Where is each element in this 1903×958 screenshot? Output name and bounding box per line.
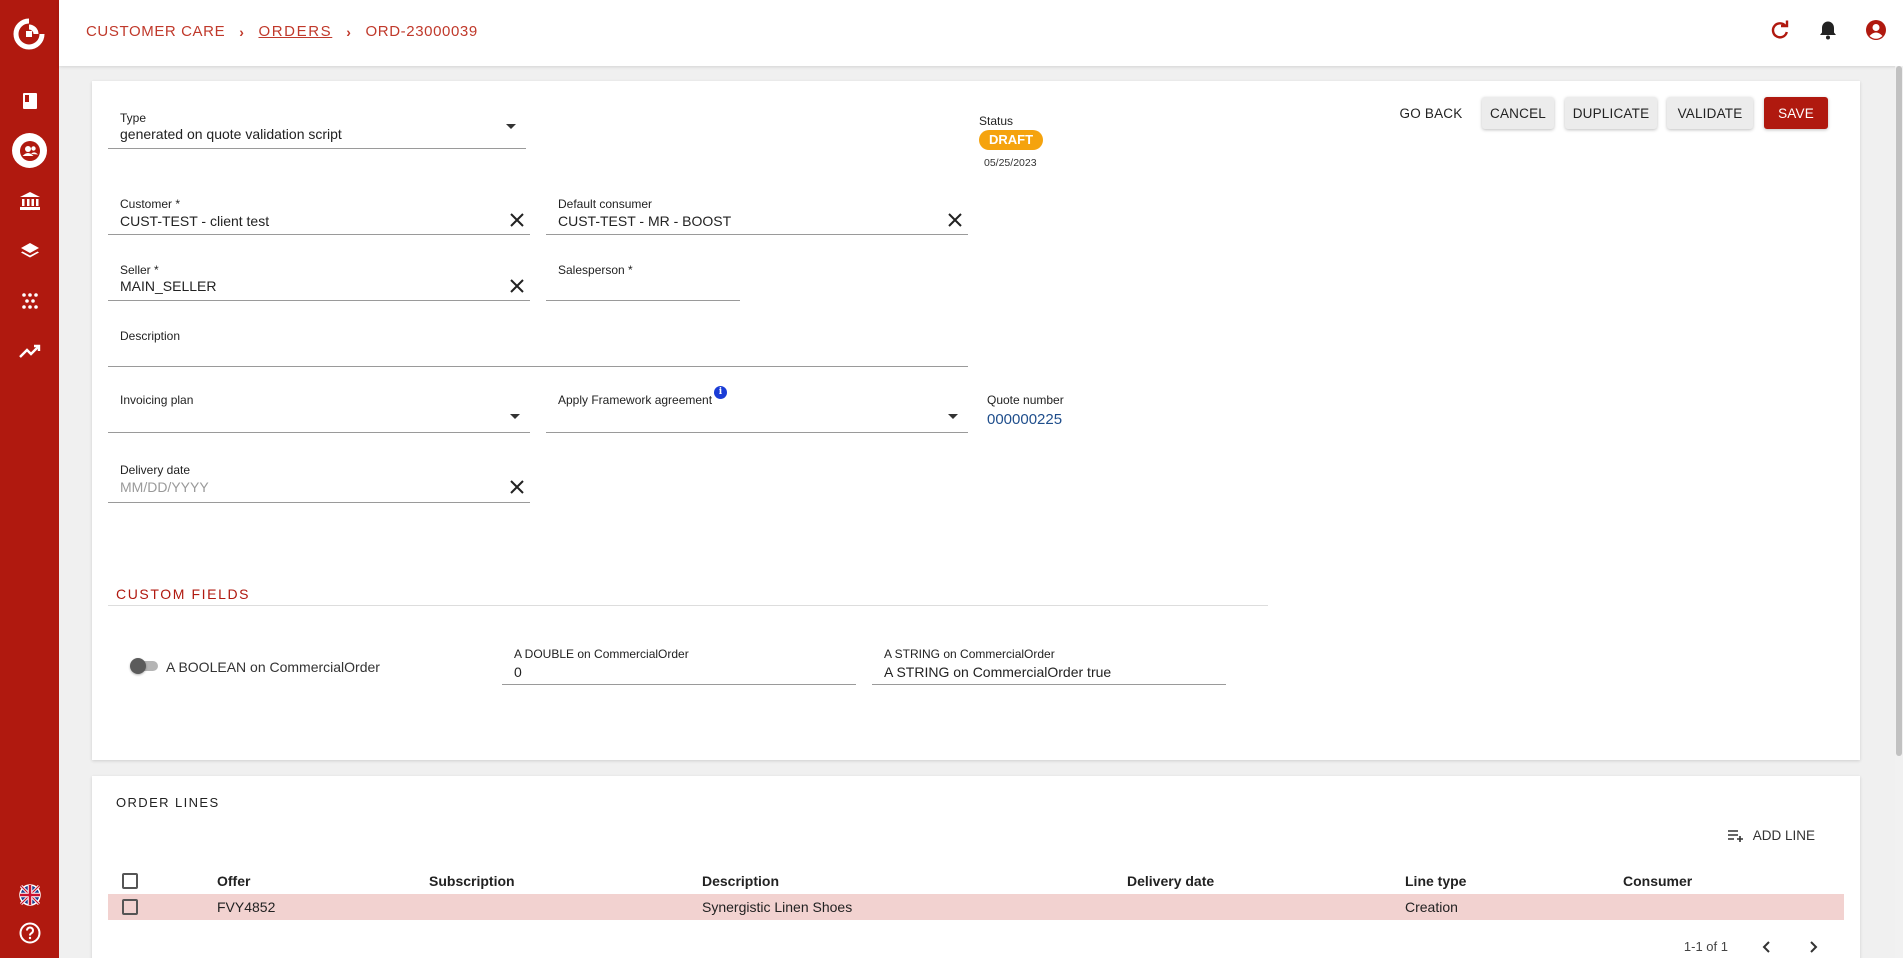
row-line-type: Creation [1405,899,1458,915]
info-icon[interactable]: i [714,386,727,399]
order-details-card: Type generated on quote validation scrip… [92,81,1860,760]
pagination-range: 1-1 of 1 [1683,939,1728,954]
boolean-toggle[interactable] [130,658,160,674]
order-lines-title: ORDER LINES [116,795,220,810]
row-offer: FVY4852 [217,899,276,915]
go-back-button[interactable]: GO BACK [1398,97,1464,129]
page-scrollbar[interactable] [1895,66,1903,958]
status-badge: DRAFT [979,130,1044,150]
breadcrumb-orders-link[interactable]: ORDERS [258,23,332,40]
custom-fields-title: CUSTOM FIELDS [116,586,251,602]
delivery-date-label: Delivery date [120,463,191,477]
chevron-left-icon[interactable] [1760,940,1774,954]
app-logo[interactable] [9,14,49,54]
clear-icon[interactable] [508,211,526,229]
help-icon[interactable] [12,915,47,950]
toggle-knob [130,658,146,674]
invoicing-plan-label: Invoicing plan [120,393,194,407]
salesperson-label: Salesperson * [558,263,633,277]
framework-agreement-select[interactable]: Apply Framework agreement i [546,386,968,433]
trending-icon[interactable] [12,333,47,368]
cancel-button[interactable]: CANCEL [1482,97,1554,129]
pagination: 1-1 of 1 [1684,939,1820,954]
caret-down-icon[interactable] [510,414,520,419]
string-value: A STRING on CommercialOrder true [884,664,1112,680]
order-lines-table: Offer Subscription Description Delivery … [108,868,1844,920]
account-icon[interactable] [1864,18,1888,42]
column-subscription[interactable]: Subscription [429,873,515,889]
type-select[interactable]: Type generated on quote validation scrip… [108,97,526,149]
dots-grid-icon[interactable] [12,283,47,318]
chevron-right-icon[interactable] [1806,940,1820,954]
delivery-date-field[interactable]: Delivery date MM/DD/YYYY [108,459,530,503]
add-line-button[interactable]: ADD LINE [1727,828,1815,843]
breadcrumb-root[interactable]: CUSTOMER CARE [86,23,225,40]
book-icon[interactable] [12,83,47,118]
scrollbar-thumb[interactable] [1896,66,1902,756]
playlist-add-icon [1727,829,1743,842]
column-line-type[interactable]: Line type [1405,873,1466,889]
column-delivery-date[interactable]: Delivery date [1127,873,1214,889]
chevron-right-icon: › [239,23,245,40]
save-button[interactable]: SAVE [1764,97,1828,129]
row-checkbox[interactable] [122,899,138,915]
breadcrumb: CUSTOMER CARE › ORDERS › ORD-23000039 [86,23,478,40]
seller-label: Seller * [120,263,159,277]
type-label: Type [120,111,147,125]
row-description: Synergistic Linen Shoes [702,899,853,915]
seller-value: MAIN_SELLER [120,278,217,294]
breadcrumb-current: ORD-23000039 [365,23,478,40]
double-value: 0 [514,664,522,680]
invoicing-plan-select[interactable]: Invoicing plan [108,389,530,433]
seller-field[interactable]: Seller * MAIN_SELLER [108,257,530,301]
duplicate-button[interactable]: DUPLICATE [1565,97,1657,129]
default-consumer-value: CUST-TEST - MR - BOOST [558,213,732,229]
column-description[interactable]: Description [702,873,779,889]
refresh-icon[interactable] [1768,18,1792,42]
quote-number-label: Quote number [987,393,1064,407]
chevron-right-icon: › [346,23,352,40]
customer-field[interactable]: Customer * CUST-TEST - client test [108,191,530,235]
status-date: 05/25/2023 [984,157,1037,169]
customers-icon[interactable] [12,133,47,168]
caret-down-icon[interactable] [506,124,516,129]
framework-agreement-label: Apply Framework agreement [558,393,713,407]
string-field[interactable]: A STRING on CommercialOrder A STRING on … [872,647,1226,685]
caret-down-icon[interactable] [948,414,958,419]
order-lines-card: ORDER LINES ADD LINE Offer Subscription … [92,776,1860,958]
bell-icon[interactable] [1816,18,1840,42]
description-field[interactable]: Description [108,323,968,367]
bank-icon[interactable] [12,183,47,218]
clear-icon[interactable] [508,277,526,295]
section-divider [108,605,1268,606]
select-all-checkbox[interactable] [122,873,138,889]
customer-label: Customer * [120,197,181,211]
string-label: A STRING on CommercialOrder [884,647,1055,661]
top-bar: CUSTOMER CARE › ORDERS › ORD-23000039 [59,0,1903,66]
customer-value: CUST-TEST - client test [120,213,270,229]
layers-icon[interactable] [12,233,47,268]
default-consumer-field[interactable]: Default consumer CUST-TEST - MR - BOOST [546,191,968,235]
table-header: Offer Subscription Description Delivery … [108,868,1844,894]
type-value: generated on quote validation script [120,126,342,142]
add-line-label: ADD LINE [1752,828,1815,843]
clear-icon[interactable] [508,478,526,496]
double-field[interactable]: A DOUBLE on CommercialOrder 0 [502,647,856,685]
column-consumer[interactable]: Consumer [1623,873,1692,889]
quote-number-link[interactable]: 000000225 [987,411,1062,428]
table-row[interactable]: FVY4852 Synergistic Linen Shoes Creation [108,894,1844,920]
sidebar [0,0,59,958]
column-offer[interactable]: Offer [217,873,250,889]
validate-button[interactable]: VALIDATE [1667,97,1753,129]
salesperson-field[interactable]: Salesperson * [546,257,740,301]
clear-icon[interactable] [946,211,964,229]
default-consumer-label: Default consumer [558,197,653,211]
delivery-date-placeholder: MM/DD/YYYY [120,479,209,495]
double-label: A DOUBLE on CommercialOrder [514,647,689,661]
description-label: Description [120,329,181,343]
status-label: Status [979,114,1014,128]
boolean-toggle-label: A BOOLEAN on CommercialOrder [166,659,380,675]
language-flag-icon[interactable] [12,877,47,912]
